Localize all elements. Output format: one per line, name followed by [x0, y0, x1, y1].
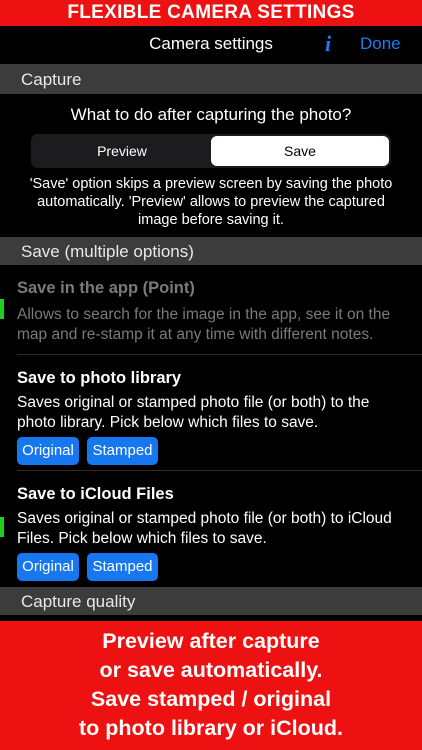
- save-option-icloud[interactable]: Save to iCloud Files Saves original or s…: [0, 471, 422, 587]
- section-header-capture-quality: Capture quality: [0, 587, 422, 615]
- capture-mode-segmented-control: Preview Save: [31, 134, 391, 168]
- original-button[interactable]: Original: [17, 553, 79, 581]
- promo-banner-top: FLEXIBLE CAMERA SETTINGS: [0, 0, 422, 26]
- save-option-description: Allows to search for the image in the ap…: [17, 306, 391, 343]
- done-button[interactable]: Done: [360, 26, 401, 62]
- capture-question: What to do after capturing the photo?: [70, 105, 352, 124]
- save-option-title: Save to iCloud Files: [17, 485, 174, 503]
- enabled-indicator: [0, 299, 4, 319]
- navigation-bar: Camera settings i Done: [0, 26, 422, 64]
- info-icon[interactable]: i: [321, 30, 335, 58]
- section-header-capture: Capture: [0, 64, 422, 94]
- promo-line: Save stamped / original: [90, 687, 332, 711]
- save-option-app[interactable]: Save in the app (Point) Allows to search…: [0, 265, 422, 354]
- capture-description: 'Save' option skips a preview screen by …: [29, 176, 393, 228]
- nav-title: Camera settings: [149, 34, 273, 53]
- promo-line: or save automatically.: [99, 658, 323, 682]
- promo-line: Preview after capture: [102, 629, 320, 653]
- promo-line: to photo library or iCloud.: [79, 716, 343, 740]
- enabled-indicator: [0, 517, 4, 537]
- stamped-button[interactable]: Stamped: [87, 437, 158, 465]
- original-button[interactable]: Original: [17, 437, 79, 465]
- save-option-title: Save to photo library: [17, 369, 182, 387]
- save-option-photo-library[interactable]: Save to photo library Saves original or …: [0, 355, 422, 470]
- save-option-description: Saves original or stamped photo file (or…: [17, 510, 392, 547]
- segment-preview[interactable]: Preview: [33, 136, 211, 166]
- save-option-description: Saves original or stamped photo file (or…: [17, 394, 370, 431]
- section-header-save: Save (multiple options): [0, 237, 422, 265]
- promo-banner-bottom: Preview after capture or save automatica…: [0, 621, 422, 750]
- save-option-title: Save in the app (Point): [17, 279, 195, 297]
- segment-save[interactable]: Save: [211, 136, 389, 166]
- stamped-button[interactable]: Stamped: [87, 553, 158, 581]
